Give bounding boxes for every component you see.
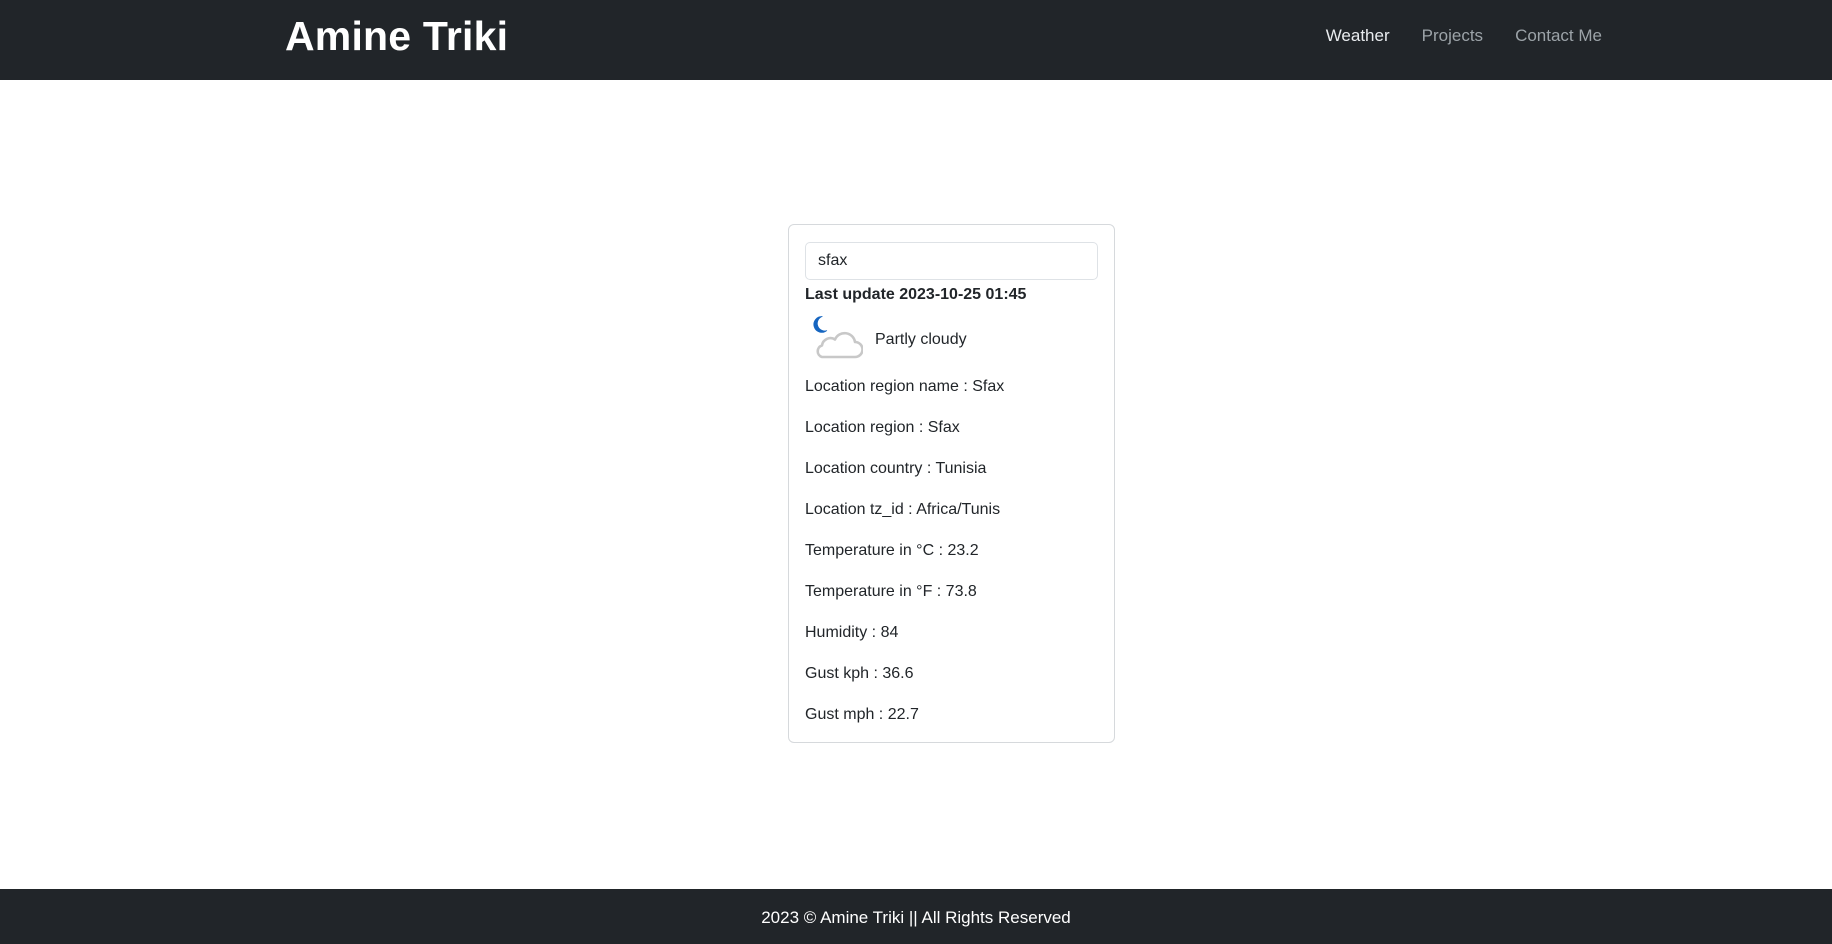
- detail-temp-c: Temperature in °C : 23.2: [805, 542, 979, 559]
- detail-humidity: Humidity : 84: [805, 624, 899, 641]
- page-footer: 2023 © Amine Triki || All Rights Reserve…: [0, 889, 1832, 944]
- nav-link-weather[interactable]: Weather: [1326, 26, 1390, 46]
- detail-country: Location country : Tunisia: [805, 460, 987, 477]
- detail-region-name: Location region name : Sfax: [805, 378, 1005, 395]
- detail-region: Location region : Sfax: [805, 419, 960, 436]
- condition-text: Partly cloudy: [875, 330, 967, 348]
- top-navbar: Amine Triki Weather Projects Contact Me: [0, 0, 1832, 80]
- nav-link-contact[interactable]: Contact Me: [1515, 26, 1602, 46]
- brand-link[interactable]: Amine Triki: [285, 10, 508, 62]
- detail-tz-id: Location tz_id : Africa/Tunis: [805, 501, 1001, 518]
- moon-cloud-icon: [813, 316, 863, 359]
- weather-condition: Partly cloudy: [805, 310, 1098, 367]
- detail-temp-f: Temperature in °F : 73.8: [805, 583, 977, 600]
- city-search-input[interactable]: [805, 242, 1098, 280]
- detail-gust-mph: Gust mph : 22.7: [805, 706, 919, 723]
- last-update-label: Last update 2023-10-25 01:45: [805, 286, 1027, 303]
- weather-card: Last update 2023-10-25 01:45 Partly clou…: [788, 224, 1115, 743]
- footer-copyright: 2023 © Amine Triki || All Rights Reserve…: [761, 907, 1071, 927]
- detail-gust-kph: Gust kph : 36.6: [805, 665, 914, 682]
- main-nav: Weather Projects Contact Me: [1326, 0, 1602, 76]
- weather-details-list: Location region name : Sfax Location reg…: [805, 375, 1098, 727]
- nav-link-projects[interactable]: Projects: [1422, 26, 1483, 46]
